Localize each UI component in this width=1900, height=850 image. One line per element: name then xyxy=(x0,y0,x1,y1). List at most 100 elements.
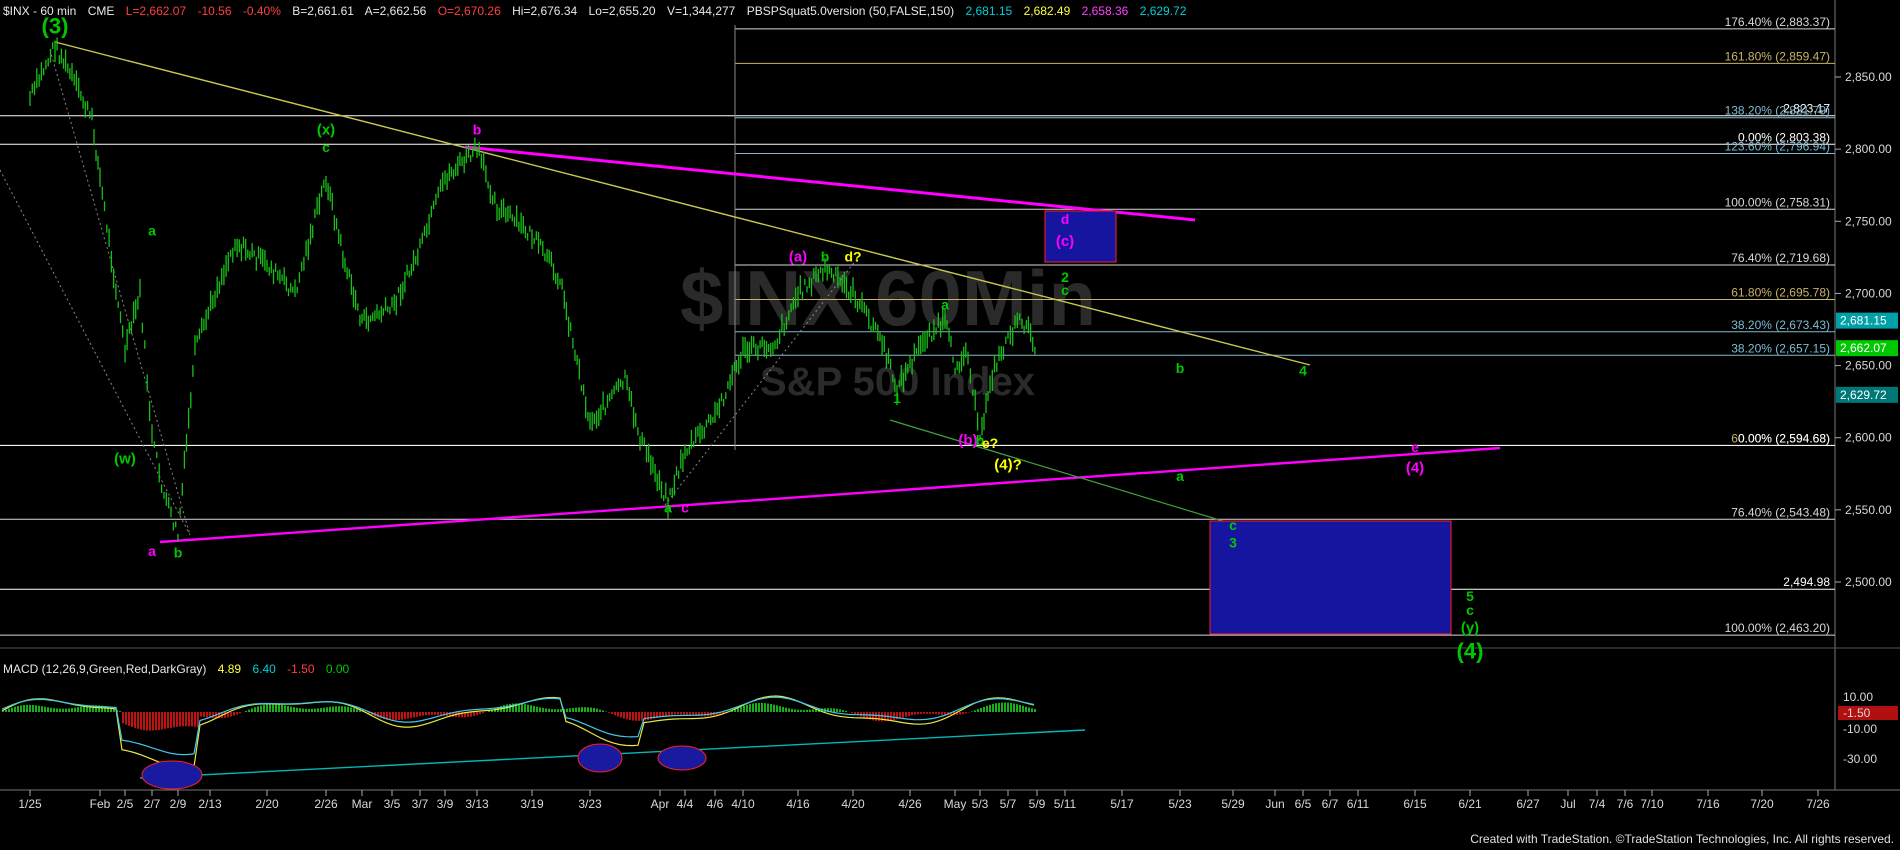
macd-bar xyxy=(68,708,70,712)
macd-bar xyxy=(419,712,421,717)
x-tick-label: Mar xyxy=(352,797,373,811)
macd-bar xyxy=(776,705,778,712)
macd-bar xyxy=(737,708,739,712)
macd-bar xyxy=(161,712,163,730)
wave-label-26: c xyxy=(1229,517,1237,533)
macd-value-3: -1.50 xyxy=(287,662,315,676)
macd-bar xyxy=(701,712,703,717)
macd-bar xyxy=(8,708,10,712)
y-tick-label: 2,850.00 xyxy=(1845,70,1892,84)
x-tick-label: 2/9 xyxy=(170,797,187,811)
fib-label-9: 38.20% (2,673.43) xyxy=(1731,318,1830,332)
x-tick-label: 7/26 xyxy=(1806,797,1830,811)
macd-bar xyxy=(638,712,640,721)
macd-bar xyxy=(797,709,799,712)
macd-bar xyxy=(173,712,175,728)
macd-bar xyxy=(545,708,547,712)
macd-bar xyxy=(158,712,160,730)
macd-panel xyxy=(1,695,1036,769)
macd-bar xyxy=(284,705,286,712)
macd-bar xyxy=(416,712,418,717)
wave-label-11: b xyxy=(821,249,830,265)
header-study-v3: 2,658.36 xyxy=(1082,4,1129,18)
macd-bar xyxy=(23,705,25,712)
macd-bar xyxy=(32,705,34,712)
macd-bar xyxy=(38,705,40,712)
price-chart[interactable]: $INX 60Min S&P 500 Index $INX - 60 min C… xyxy=(0,0,1900,850)
macd-bar xyxy=(398,712,400,721)
macd-bar xyxy=(551,709,553,712)
macd-bar xyxy=(539,707,541,712)
target-box-y xyxy=(1209,520,1452,635)
macd-bar xyxy=(266,704,268,712)
macd-bar xyxy=(206,712,208,718)
header-ask: A=2,662.56 xyxy=(365,4,427,18)
macd-bar xyxy=(59,708,61,712)
macd-bar xyxy=(1022,705,1024,712)
macd-bar xyxy=(290,706,292,712)
x-tick-label: 4/26 xyxy=(898,797,922,811)
macd-bar xyxy=(920,712,922,714)
x-tick-label: 2/13 xyxy=(198,797,222,811)
macd-bar xyxy=(521,703,523,712)
macd-bar xyxy=(689,712,691,716)
macd-bar xyxy=(842,710,844,712)
macd-bar xyxy=(182,712,184,727)
macd-bar xyxy=(236,712,238,715)
macd-bar xyxy=(611,712,613,714)
macd-bar xyxy=(83,706,85,712)
macd-bar xyxy=(14,706,16,712)
macd-bar xyxy=(971,711,973,712)
macd-bar xyxy=(527,704,529,712)
wave-label-15: a xyxy=(941,296,949,312)
macd-bar xyxy=(404,712,406,720)
macd-bar xyxy=(413,712,415,718)
wave-label-4: a xyxy=(148,223,156,239)
macd-bar xyxy=(80,706,82,712)
wave-label-23: 4 xyxy=(1299,363,1307,379)
macd-bar xyxy=(584,707,586,712)
y-tick-label: 2,600.00 xyxy=(1845,431,1892,445)
macd-bar xyxy=(35,705,37,712)
macd-bar xyxy=(470,712,472,717)
macd-bar xyxy=(677,712,679,715)
macd-bar xyxy=(311,708,313,712)
macd-bar xyxy=(941,712,943,715)
macd-bar xyxy=(65,708,67,712)
macd-value-2: 6.40 xyxy=(252,662,276,676)
macd-bar xyxy=(932,712,934,714)
macd-bar xyxy=(1019,704,1021,712)
macd-bar xyxy=(422,712,424,716)
macd-bar xyxy=(53,708,55,712)
macd-bar xyxy=(647,712,649,720)
fib-label-1: 161.80% (2,859.47) xyxy=(1725,49,1830,63)
macd-bar xyxy=(437,712,439,716)
x-tick-label: 6/5 xyxy=(1295,797,1312,811)
macd-bar xyxy=(1007,702,1009,712)
x-tick-label: 4/16 xyxy=(786,797,810,811)
macd-bar xyxy=(128,712,130,726)
x-tick-label: 6/27 xyxy=(1516,797,1540,811)
macd-bar xyxy=(509,703,511,712)
macd-bar xyxy=(1034,709,1036,712)
macd-bar xyxy=(146,712,148,731)
x-tick-label: 3/23 xyxy=(578,797,602,811)
macd-bar xyxy=(992,703,994,712)
macd-bar xyxy=(149,712,151,731)
macd-bar xyxy=(44,706,46,712)
macd-bar xyxy=(71,708,73,712)
x-tick-label: 3/7 xyxy=(412,797,429,811)
macd-bar xyxy=(566,708,568,712)
x-tick-label: 6/21 xyxy=(1458,797,1482,811)
macd-bar xyxy=(578,707,580,712)
macd-bar xyxy=(425,712,427,716)
macd-bar xyxy=(1031,708,1033,712)
macd-bar xyxy=(620,712,622,718)
x-tick-label: 2/5 xyxy=(117,797,134,811)
macd-bar xyxy=(746,704,748,712)
x-tick-label: Apr xyxy=(651,797,670,811)
macd-bar xyxy=(533,705,535,712)
x-tick-label: 7/6 xyxy=(1617,797,1634,811)
macd-bar xyxy=(20,705,22,712)
macd-bar xyxy=(740,706,742,712)
